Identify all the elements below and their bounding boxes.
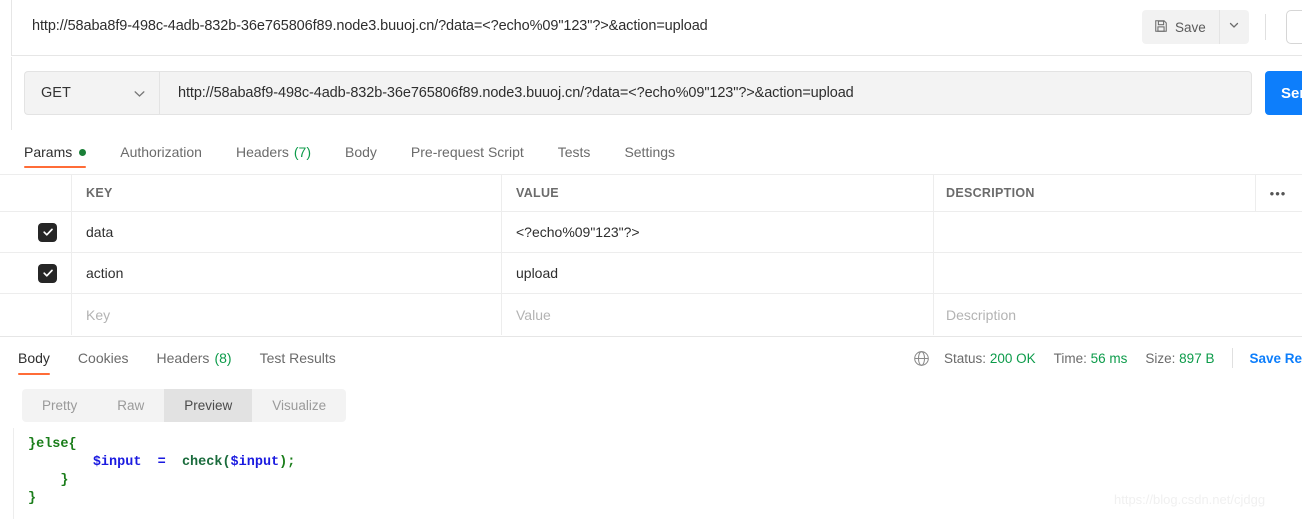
tab-settings[interactable]: Settings	[624, 130, 675, 174]
row-checkbox-cell	[0, 253, 72, 293]
response-tab-cookies[interactable]: Cookies	[78, 337, 129, 378]
column-header-description: DESCRIPTION	[934, 175, 1256, 211]
http-method-label: GET	[41, 85, 71, 101]
code-operator: =	[157, 455, 166, 470]
chevron-down-icon	[1228, 18, 1240, 36]
url-input-value: http://58aba8f9-498c-4adb-832b-36e765806…	[178, 85, 854, 101]
row-value-cell[interactable]: <?echo%09"123"?>	[502, 212, 934, 252]
row-checkbox-cell	[0, 212, 72, 252]
save-button-label: Save	[1175, 19, 1206, 35]
left-rail-divider	[0, 0, 12, 56]
floppy-disk-icon	[1154, 19, 1168, 36]
toolbar-edge-button[interactable]	[1286, 10, 1302, 44]
code-function: check(	[181, 455, 231, 470]
tab-params-label: Params	[24, 144, 73, 160]
response-view-mode-toggle: Pretty Raw Preview Visualize	[22, 389, 347, 422]
row-value-cell[interactable]: upload	[502, 253, 934, 293]
row-checkbox[interactable]	[38, 263, 57, 283]
response-headers-count: (8)	[214, 349, 232, 366]
row-description-cell[interactable]	[934, 212, 1256, 252]
tab-body[interactable]: Body	[345, 130, 377, 174]
title-bar: http://58aba8f9-498c-4adb-832b-36e765806…	[0, 0, 1302, 56]
view-mode-visualize[interactable]: Visualize	[252, 389, 346, 422]
tab-body-label: Body	[345, 144, 377, 160]
empty-row-gutter-cell	[0, 294, 72, 335]
column-header-value: VALUE	[502, 175, 934, 211]
row-checkbox[interactable]	[38, 222, 57, 242]
response-tab-headers[interactable]: Headers (8)	[157, 337, 232, 378]
time-badge: Time: 56 ms	[1053, 350, 1128, 366]
tab-headers[interactable]: Headers (7)	[236, 130, 311, 174]
tab-pre-request-script[interactable]: Pre-request Script	[411, 130, 524, 174]
code-line-4: }	[28, 491, 37, 506]
status-divider	[1232, 348, 1234, 368]
response-tab-test-results[interactable]: Test Results	[260, 337, 336, 378]
params-table: KEY VALUE DESCRIPTION ••• data <?echo%09…	[0, 174, 1302, 336]
new-description-input[interactable]: Description	[934, 294, 1256, 335]
save-button[interactable]: Save	[1142, 10, 1219, 44]
tab-pre-request-script-label: Pre-request Script	[410, 144, 524, 160]
response-code-block: }else{ $input = check($input); } }	[14, 428, 1302, 508]
table-row: action upload	[0, 253, 1302, 294]
response-bar: Body Cookies Headers (8) Test Results St…	[0, 336, 1302, 379]
tab-settings-label: Settings	[624, 144, 676, 160]
row-description-cell[interactable]	[934, 253, 1256, 293]
new-key-input[interactable]: Key	[72, 294, 502, 335]
tab-headers-label: Headers	[235, 144, 289, 160]
table-row: data <?echo%09"123"?>	[0, 212, 1302, 253]
code-line-end: );	[279, 455, 296, 470]
tab-authorization-label: Authorization	[120, 144, 202, 160]
status-badge: Status: 200 OK	[944, 350, 1036, 366]
checkmark-icon	[42, 228, 53, 236]
request-title: http://58aba8f9-498c-4adb-832b-36e765806…	[32, 18, 708, 34]
save-button-group: Save	[1142, 10, 1249, 44]
more-options-icon: •••	[1269, 185, 1287, 201]
globe-icon	[913, 350, 930, 367]
time-value: 56 ms	[1090, 350, 1128, 366]
save-dropdown-button[interactable]	[1218, 10, 1249, 44]
row-key-cell[interactable]: action	[72, 253, 502, 293]
code-line-1: }else{	[28, 437, 77, 452]
table-row-empty: Key Value Description	[0, 294, 1302, 335]
save-response-link[interactable]: Save Re	[1249, 351, 1302, 366]
view-mode-preview[interactable]: Preview	[164, 389, 253, 422]
toolbar-divider	[1265, 14, 1266, 40]
code-variable: $input	[92, 455, 142, 470]
row-key-cell[interactable]: data	[72, 212, 502, 252]
tab-tests-label: Tests	[557, 144, 591, 160]
checkmark-icon	[42, 269, 53, 277]
watermark: https://blog.csdn.net/cjdgg	[1114, 492, 1266, 507]
request-tabs: Params Authorization Headers (7) Body Pr…	[0, 130, 1302, 174]
tab-params[interactable]: Params	[24, 130, 87, 174]
new-value-input[interactable]: Value	[502, 294, 934, 335]
params-active-dot-icon	[79, 148, 87, 156]
view-mode-pretty[interactable]: Pretty	[22, 389, 97, 422]
response-body-preview: }else{ $input = check($input); } }	[13, 428, 1302, 519]
size-value: 897 B	[1179, 350, 1215, 366]
bulk-edit-button[interactable]: •••	[1256, 175, 1300, 211]
send-button[interactable]: Send	[1265, 71, 1302, 115]
column-header-key: KEY	[72, 175, 502, 211]
chevron-down-icon	[133, 87, 146, 105]
url-row-rail-divider	[0, 57, 12, 130]
tab-tests[interactable]: Tests	[558, 130, 591, 174]
size-badge: Size: 897 B	[1145, 350, 1215, 366]
http-method-selector[interactable]: GET	[24, 71, 159, 115]
response-tabs: Body Cookies Headers (8) Test Results	[18, 337, 364, 380]
table-header-row: KEY VALUE DESCRIPTION •••	[0, 175, 1302, 212]
url-bar-row: GET http://58aba8f9-498c-4adb-832b-36e76…	[0, 57, 1302, 130]
code-argument: $input	[230, 455, 280, 470]
tab-authorization[interactable]: Authorization	[120, 130, 202, 174]
url-input[interactable]: http://58aba8f9-498c-4adb-832b-36e765806…	[159, 71, 1252, 115]
view-mode-raw[interactable]: Raw	[97, 389, 164, 422]
response-status-area: Status: 200 OK Time: 56 ms Size: 897 B S…	[913, 348, 1302, 368]
tab-headers-count: (7)	[293, 144, 311, 160]
header-gutter-cell	[0, 175, 72, 211]
response-tab-body[interactable]: Body	[18, 337, 50, 378]
status-value: 200 OK	[989, 350, 1036, 366]
code-line-3: }	[60, 473, 69, 488]
